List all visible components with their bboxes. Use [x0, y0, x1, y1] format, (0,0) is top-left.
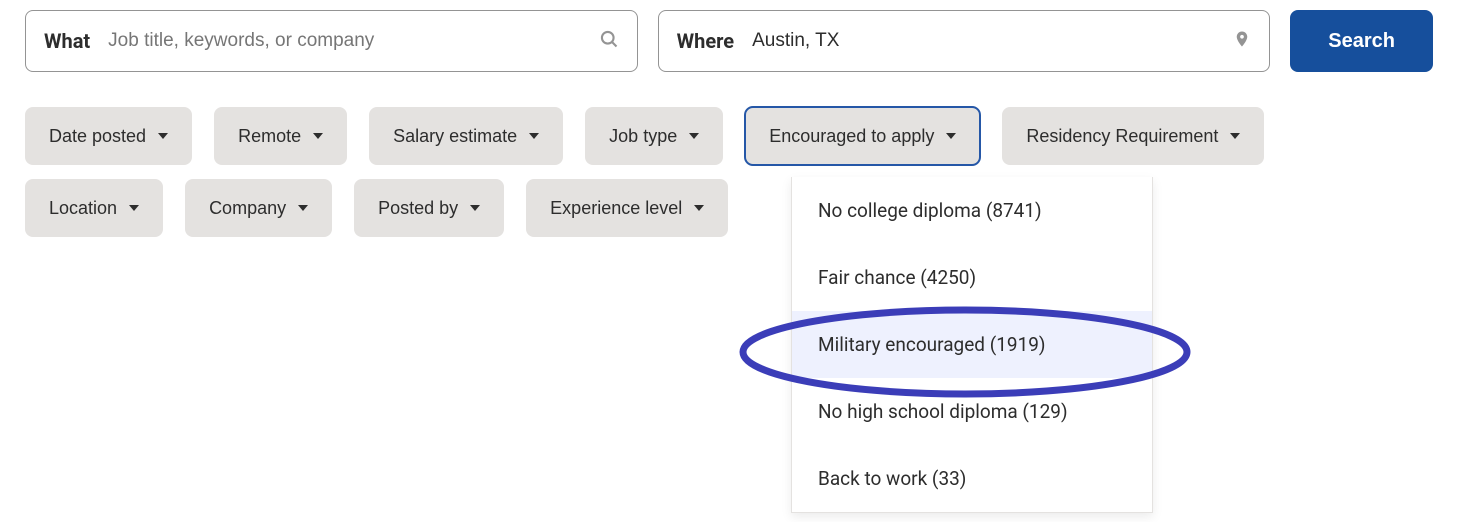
filter-label: Location — [49, 198, 117, 219]
location-pin-icon — [1233, 28, 1251, 54]
chevron-down-icon — [689, 133, 699, 139]
what-label: What — [44, 29, 90, 53]
filter-label: Date posted — [49, 126, 146, 147]
filter-date-posted[interactable]: Date posted — [25, 107, 192, 165]
chevron-down-icon — [694, 205, 704, 211]
filter-label: Posted by — [378, 198, 458, 219]
search-button[interactable]: Search — [1290, 10, 1433, 72]
search-icon — [599, 29, 619, 53]
where-label: Where — [677, 29, 734, 53]
filter-salary-estimate[interactable]: Salary estimate — [369, 107, 563, 165]
dropdown-item-fair-chance[interactable]: Fair chance (4250) — [792, 244, 1152, 311]
chevron-down-icon — [313, 133, 323, 139]
filter-residency-requirement[interactable]: Residency Requirement — [1002, 107, 1264, 165]
filter-experience-level[interactable]: Experience level — [526, 179, 728, 237]
what-input[interactable] — [108, 30, 598, 52]
filter-row-1: Date posted Remote Salary estimate Job t… — [25, 107, 1433, 165]
chevron-down-icon — [298, 205, 308, 211]
filter-section: Date posted Remote Salary estimate Job t… — [25, 107, 1433, 237]
chevron-down-icon — [129, 205, 139, 211]
filter-row-2: Location Company Posted by Experience le… — [25, 179, 1433, 237]
dropdown-item-no-college-diploma[interactable]: No college diploma (8741) — [792, 177, 1152, 244]
search-bar: What Where Search — [25, 10, 1433, 72]
filter-label: Company — [209, 198, 286, 219]
filter-label: Residency Requirement — [1026, 126, 1218, 147]
dropdown-item-no-high-school-diploma[interactable]: No high school diploma (129) — [792, 378, 1152, 445]
filter-label: Experience level — [550, 198, 682, 219]
where-input[interactable] — [752, 30, 1233, 52]
encouraged-to-apply-dropdown: No college diploma (8741) Fair chance (4… — [791, 177, 1153, 513]
filter-remote[interactable]: Remote — [214, 107, 347, 165]
filter-label: Encouraged to apply — [769, 126, 934, 147]
dropdown-item-military-encouraged[interactable]: Military encouraged (1919) — [792, 311, 1152, 378]
chevron-down-icon — [1230, 133, 1240, 139]
filter-company[interactable]: Company — [185, 179, 332, 237]
filter-encouraged-to-apply[interactable]: Encouraged to apply — [745, 107, 980, 165]
filter-job-type[interactable]: Job type — [585, 107, 723, 165]
where-search-box[interactable]: Where — [658, 10, 1271, 72]
filter-posted-by[interactable]: Posted by — [354, 179, 504, 237]
filter-label: Remote — [238, 126, 301, 147]
what-search-box[interactable]: What — [25, 10, 638, 72]
chevron-down-icon — [158, 133, 168, 139]
filter-label: Salary estimate — [393, 126, 517, 147]
chevron-down-icon — [529, 133, 539, 139]
filter-location[interactable]: Location — [25, 179, 163, 237]
filter-label: Job type — [609, 126, 677, 147]
chevron-down-icon — [470, 205, 480, 211]
chevron-down-icon — [946, 133, 956, 139]
dropdown-item-back-to-work[interactable]: Back to work (33) — [792, 445, 1152, 512]
